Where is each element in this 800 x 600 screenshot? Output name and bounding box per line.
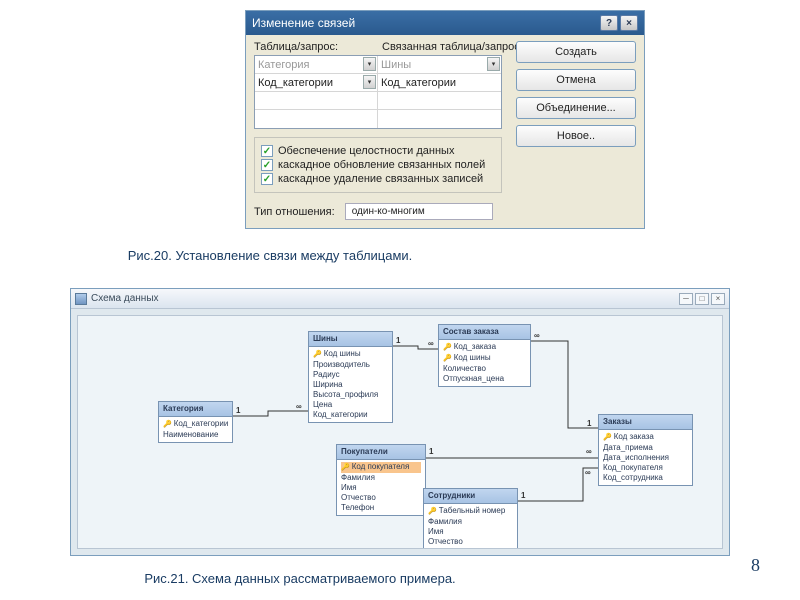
table-employees[interactable]: Сотрудники Табельный номер Фамилия Имя О…: [423, 488, 518, 549]
table-tires[interactable]: Шины Код шины Производитель Радиус Ширин…: [308, 331, 393, 423]
cardinality-one: 1: [429, 447, 433, 456]
dialog-body: Таблица/запрос: Связанная таблица/запрос…: [246, 35, 644, 228]
close-button[interactable]: ×: [711, 293, 725, 305]
cardinality-one: 1: [587, 419, 591, 428]
table-buyers[interactable]: Покупатели Код покупателя Фамилия Имя От…: [336, 444, 426, 516]
create-button[interactable]: Создать: [516, 41, 636, 63]
related-table-label: Связанная таблица/запрос:: [382, 41, 523, 53]
figure-20-caption: Рис.20. Установление связи между таблица…: [100, 248, 440, 265]
dialog-titlebar: Изменение связей ? ×: [246, 11, 644, 35]
check-icon: ✓: [261, 159, 273, 171]
schema-canvas[interactable]: 1 ∞ 1 ∞ ∞ 1 1 ∞ 1 ∞ Категория Код_катего…: [77, 315, 723, 549]
cancel-button[interactable]: Отмена: [516, 69, 636, 91]
schema-title: Схема данных: [91, 293, 159, 304]
cardinality-one: 1: [396, 336, 400, 345]
table-label: Таблица/запрос:: [254, 41, 374, 53]
minimize-button[interactable]: ─: [679, 293, 693, 305]
cardinality-one: 1: [236, 406, 240, 415]
field-left[interactable]: Код_категории ▾: [255, 74, 378, 91]
cardinality-many: ∞: [296, 402, 302, 411]
close-button[interactable]: ×: [620, 15, 638, 31]
related-table-select[interactable]: Шины ▾: [378, 56, 501, 73]
join-type-button[interactable]: Объединение...: [516, 97, 636, 119]
figure-21-caption: Рис.21. Схема данных рассматриваемого пр…: [0, 571, 600, 586]
fields-grid: Категория ▾ Шины ▾ Код_категории ▾ Код_к…: [254, 55, 502, 129]
enforce-integrity-checkbox[interactable]: ✓ Обеспечение целостности данных: [261, 145, 495, 157]
table-category[interactable]: Категория Код_категории Наименование: [158, 401, 233, 443]
cardinality-many: ∞: [586, 447, 592, 456]
cardinality-one: 1: [521, 491, 525, 500]
maximize-button[interactable]: □: [695, 293, 709, 305]
table-orders[interactable]: Заказы Код заказа Дата_приема Дата_испол…: [598, 414, 693, 486]
field-right[interactable]: Код_категории: [378, 74, 501, 91]
check-icon: ✓: [261, 173, 273, 185]
chevron-down-icon[interactable]: ▾: [363, 75, 376, 89]
chevron-down-icon[interactable]: ▾: [487, 57, 500, 71]
schema-icon: [75, 293, 87, 305]
cascade-update-checkbox[interactable]: ✓ каскадное обновление связанных полей: [261, 159, 495, 171]
table-order-items[interactable]: Состав заказа Код_заказа Код шины Количе…: [438, 324, 531, 387]
relation-type-label: Тип отношения:: [254, 206, 335, 218]
page-number: 8: [751, 555, 760, 576]
schema-window: Схема данных ─ □ × 1 ∞ 1: [70, 288, 730, 556]
chevron-down-icon[interactable]: ▾: [363, 57, 376, 71]
table-select[interactable]: Категория ▾: [255, 56, 378, 73]
edit-relationships-dialog: Изменение связей ? × Таблица/запрос: Свя…: [245, 10, 645, 229]
help-button[interactable]: ?: [600, 15, 618, 31]
schema-titlebar: Схема данных ─ □ ×: [71, 289, 729, 309]
dialog-title: Изменение связей: [252, 16, 355, 30]
check-icon: ✓: [261, 145, 273, 157]
cardinality-many: ∞: [534, 331, 540, 340]
integrity-options: ✓ Обеспечение целостности данных ✓ каска…: [254, 137, 502, 193]
relation-type-value: один-ко-многим: [345, 203, 493, 220]
new-button[interactable]: Новое..: [516, 125, 636, 147]
cascade-delete-checkbox[interactable]: ✓ каскадное удаление связанных записей: [261, 173, 495, 185]
cardinality-many: ∞: [428, 339, 434, 348]
cardinality-many: ∞: [585, 468, 591, 477]
